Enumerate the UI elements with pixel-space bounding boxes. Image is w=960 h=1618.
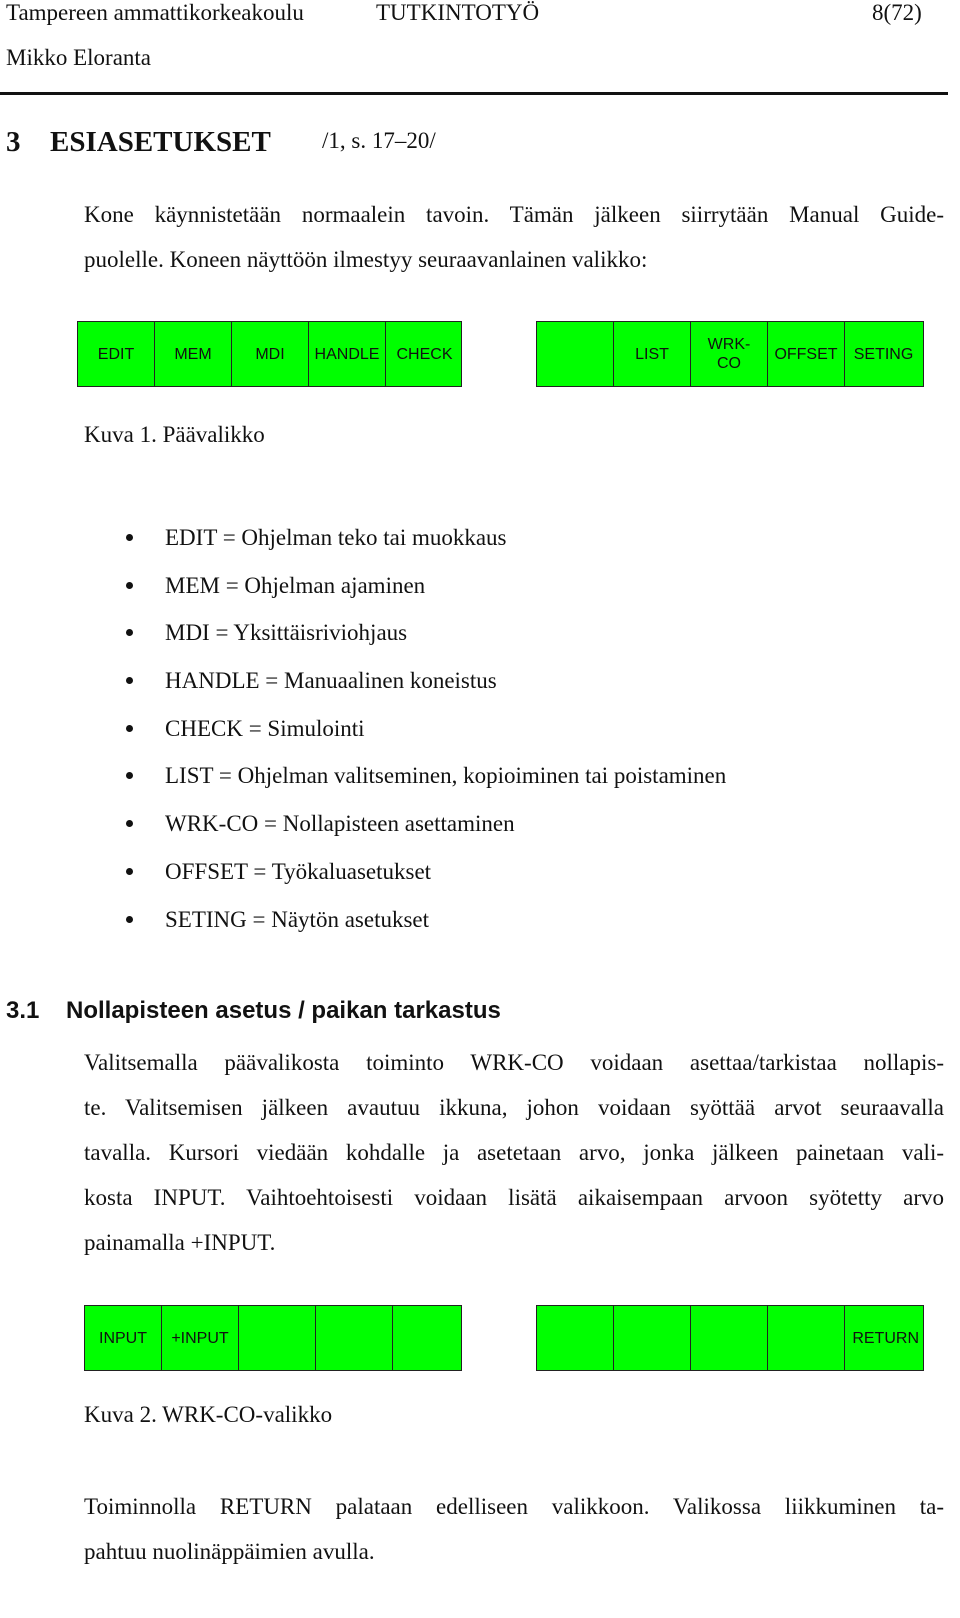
definition-text: HANDLE = Manuaalinen koneistus xyxy=(165,668,497,694)
definition-text: OFFSET = Työkaluasetukset xyxy=(165,858,432,884)
closing-paragraph: Toiminnolla RETURN palataan edelliseen v… xyxy=(84,1484,944,1574)
body-line: tavalla. Kursori viedään kohdalle ja ase… xyxy=(84,1140,944,1165)
softkey-offset[interactable]: OFFSET xyxy=(768,322,845,386)
definitions-list: EDIT = Ohjelman teko tai muokkaus MEM = … xyxy=(126,523,726,952)
softkey-blank[interactable] xyxy=(393,1306,470,1370)
softkey-check[interactable]: CHECK xyxy=(386,322,463,386)
subsection-paragraph: Valitsemalla päävalikosta toiminto WRK-C… xyxy=(84,1040,944,1265)
softkey-mdi[interactable]: MDI xyxy=(232,322,309,386)
header-page-number: 8(72) xyxy=(872,0,922,25)
wrkco-menu-right-group: RETURN xyxy=(536,1305,924,1371)
figure1-caption: Kuva 1. Päävalikko xyxy=(84,422,265,447)
figure2-caption: Kuva 2. WRK-CO-valikko xyxy=(84,1402,333,1427)
section-number: 3 xyxy=(6,126,21,158)
body-line: Valitsemalla päävalikosta toiminto WRK-C… xyxy=(84,1050,944,1075)
bullet-icon xyxy=(126,677,133,685)
softkey-wrk-co-label: WRK-CO xyxy=(707,336,751,372)
softkey-blank[interactable] xyxy=(239,1306,316,1370)
softkey-blank[interactable] xyxy=(537,1306,614,1370)
bullet-icon xyxy=(126,867,133,875)
definition-text: SETING = Näytön asetukset xyxy=(165,906,430,932)
bullet-icon xyxy=(126,534,133,541)
section-reference: /1, s. 17–20/ xyxy=(322,128,436,153)
softkey-wrk-co[interactable]: WRK-CO xyxy=(691,322,768,386)
definition-text: CHECK = Simulointi xyxy=(165,715,365,741)
definition-item: SETING = Näytön asetukset xyxy=(126,905,726,953)
body-line: kosta INPUT. Vaihtoehtoisesti voidaan li… xyxy=(84,1185,944,1210)
bullet-icon xyxy=(126,581,133,589)
definition-text: MDI = Yksittäisriviohjaus xyxy=(165,620,408,646)
softkey-plus-input[interactable]: +INPUT xyxy=(162,1306,239,1370)
bullet-icon xyxy=(126,915,133,923)
bullet-icon xyxy=(126,772,133,780)
section-title: ESIASETUKSET xyxy=(50,126,271,158)
softkey-handle[interactable]: HANDLE xyxy=(309,322,386,386)
softkey-blank[interactable] xyxy=(691,1306,768,1370)
main-menu-right-group: LIST WRK-CO OFFSET SETING xyxy=(536,321,924,387)
definition-item: EDIT = Ohjelman teko tai muokkaus xyxy=(126,523,726,571)
definition-item: MDI = Yksittäisriviohjaus xyxy=(126,618,726,666)
subsection-number: 3.1 xyxy=(6,997,40,1024)
body-line: painamalla +INPUT. xyxy=(84,1230,276,1255)
definition-item: MEM = Ohjelman ajaminen xyxy=(126,571,726,619)
closing-line: pahtuu nuolinäppäimien avulla. xyxy=(84,1539,375,1564)
header-divider xyxy=(0,92,948,95)
definition-text: WRK-CO = Nollapisteen asettaminen xyxy=(165,811,515,837)
softkey-seting[interactable]: SETING xyxy=(845,322,922,386)
intro-line: puolelle. Koneen näyttöön ilmestyy seura… xyxy=(84,247,648,272)
softkey-list[interactable]: LIST xyxy=(614,322,691,386)
bullet-icon xyxy=(126,820,133,828)
definition-item: CHECK = Simulointi xyxy=(126,714,726,762)
header-doc-type: TUTKINTOTYÖ xyxy=(376,0,540,25)
definition-item: WRK-CO = Nollapisteen asettaminen xyxy=(126,809,726,857)
softkey-edit[interactable]: EDIT xyxy=(78,322,155,386)
softkey-mem[interactable]: MEM xyxy=(155,322,232,386)
definition-item: LIST = Ohjelman valitseminen, kopioimine… xyxy=(126,761,726,809)
softkey-blank[interactable] xyxy=(614,1306,691,1370)
definition-item: OFFSET = Työkaluasetukset xyxy=(126,857,726,905)
closing-line: Toiminnolla RETURN palataan edelliseen v… xyxy=(84,1494,944,1519)
softkey-return[interactable]: RETURN xyxy=(845,1306,925,1370)
header-author: Mikko Eloranta xyxy=(6,45,151,70)
intro-line: Kone käynnistetään normaalein tavoin. Tä… xyxy=(84,202,944,227)
definition-text: LIST = Ohjelman valitseminen, kopioimine… xyxy=(165,763,727,789)
main-menu-left-group: EDIT MEM MDI HANDLE CHECK xyxy=(77,321,462,387)
definition-text: EDIT = Ohjelman teko tai muokkaus xyxy=(165,525,507,550)
intro-paragraph: Kone käynnistetään normaalein tavoin. Tä… xyxy=(84,192,944,282)
bullet-icon xyxy=(126,724,133,732)
softkey-input[interactable]: INPUT xyxy=(85,1306,162,1370)
definition-text: MEM = Ohjelman ajaminen xyxy=(165,572,426,598)
wrkco-menu-left-group: INPUT +INPUT xyxy=(84,1305,462,1371)
body-line: te. Valitsemisen jälkeen avautuu ikkuna,… xyxy=(84,1095,944,1120)
softkey-blank[interactable] xyxy=(768,1306,845,1370)
softkey-blank[interactable] xyxy=(316,1306,393,1370)
definition-item: HANDLE = Manuaalinen koneistus xyxy=(126,666,726,714)
bullet-icon xyxy=(126,629,133,637)
header-institution: Tampereen ammattikorkeakoulu xyxy=(6,0,304,25)
softkey-blank[interactable] xyxy=(537,322,614,386)
subsection-title: Nollapisteen asetus / paikan tarkastus xyxy=(66,997,501,1024)
